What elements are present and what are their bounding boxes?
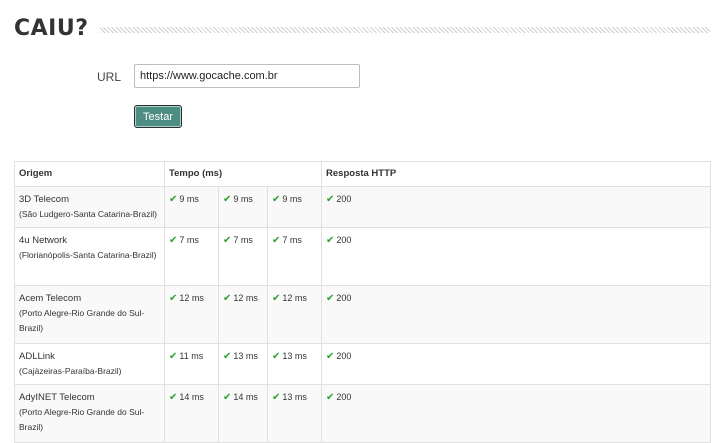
table-header-row: Origem Tempo (ms) Resposta HTTP <box>14 161 712 187</box>
time-cell: ✔ 11 ms <box>164 343 219 385</box>
time-cell: ✔ 9 ms <box>218 186 268 228</box>
test-button[interactable]: Testar <box>134 105 182 128</box>
origin-name: AdyINET Telecom <box>19 392 95 403</box>
time-cell: ✔ 14 ms <box>164 384 219 443</box>
column-header-time: Tempo (ms) <box>163 161 323 187</box>
http-status-cell: ✔ 200 <box>321 285 712 344</box>
time-cell: ✔ 7 ms <box>266 227 323 286</box>
table-row: Acem Telecom (Porto Alegre-Rio Grande do… <box>14 285 712 344</box>
time-value: 9 ms <box>179 194 199 204</box>
origin-cell: AdyINET Telecom (Porto Alegre-Rio Grande… <box>14 384 165 443</box>
results-table: Origem Tempo (ms) Resposta HTTP 3D Telec… <box>14 161 712 443</box>
origin-location: (São Ludgero-Santa Catarina-Brazil) <box>19 209 157 219</box>
check-icon: ✔ <box>223 392 232 403</box>
time-cell: ✔ 13 ms <box>218 343 268 385</box>
http-status-cell: ✔ 200 <box>321 343 712 385</box>
check-icon: ✔ <box>223 351 232 362</box>
http-status-cell: ✔ 200 <box>321 186 712 228</box>
time-value: 12 ms <box>233 293 258 303</box>
title-row: CAIU? <box>14 14 710 42</box>
page-title: CAIU? <box>14 15 89 41</box>
origin-cell: ADLLink (Cajàzeiras-Paraíba-Brazil) <box>14 343 165 385</box>
check-icon: ✔ <box>326 392 335 403</box>
time-value: 11 ms <box>179 351 204 361</box>
check-icon: ✔ <box>272 293 281 304</box>
column-header-http-response: Resposta HTTP <box>321 161 712 187</box>
table-row: ADLLink (Cajàzeiras-Paraíba-Brazil) ✔ 11 … <box>14 343 712 385</box>
http-status-cell: ✔ 200 <box>321 384 712 443</box>
origin-location: (Porto Alegre-Rio Grande do Sul-Brazil) <box>19 308 145 333</box>
check-icon: ✔ <box>326 194 335 205</box>
time-value: 14 ms <box>233 392 258 402</box>
time-cell: ✔ 7 ms <box>164 227 219 286</box>
origin-cell: 3D Telecom (São Ludgero-Santa Catarina-B… <box>14 186 165 228</box>
http-status-value: 200 <box>336 293 352 303</box>
time-value: 7 ms <box>233 235 253 245</box>
time-value: 7 ms <box>179 235 199 245</box>
origin-cell: Acem Telecom (Porto Alegre-Rio Grande do… <box>14 285 165 344</box>
check-icon: ✔ <box>326 235 335 246</box>
check-icon: ✔ <box>272 351 281 362</box>
check-icon: ✔ <box>223 194 232 205</box>
table-row: 4u Network (Florianópolis-Santa Catarina… <box>14 227 712 286</box>
url-label: URL <box>97 70 122 84</box>
http-status-value: 200 <box>336 235 352 245</box>
time-value: 9 ms <box>233 194 253 204</box>
time-cell: ✔ 14 ms <box>218 384 268 443</box>
origin-location: (Porto Alegre-Rio Grande do Sul-Brazil) <box>19 407 145 432</box>
check-icon: ✔ <box>326 351 335 362</box>
origin-location: (Florianópolis-Santa Catarina-Brazil) <box>19 250 157 260</box>
check-icon: ✔ <box>272 392 281 403</box>
origin-name: 4u Network <box>19 235 68 246</box>
origin-location: (Cajàzeiras-Paraíba-Brazil) <box>19 366 122 376</box>
time-value: 12 ms <box>282 293 307 303</box>
origin-cell: 4u Network (Florianópolis-Santa Catarina… <box>14 227 165 286</box>
url-input[interactable] <box>134 64 360 88</box>
check-icon: ✔ <box>169 392 178 403</box>
column-header-origin: Origem <box>14 161 165 187</box>
time-value: 13 ms <box>282 392 307 402</box>
time-cell: ✔ 7 ms <box>218 227 268 286</box>
check-icon: ✔ <box>169 351 178 362</box>
http-status-value: 200 <box>336 392 352 402</box>
time-value: 9 ms <box>282 194 302 204</box>
time-cell: ✔ 9 ms <box>164 186 219 228</box>
check-icon: ✔ <box>223 293 232 304</box>
time-value: 14 ms <box>179 392 204 402</box>
http-status-value: 200 <box>336 194 352 204</box>
check-icon: ✔ <box>169 293 178 304</box>
check-icon: ✔ <box>169 235 178 246</box>
table-row: 3D Telecom (São Ludgero-Santa Catarina-B… <box>14 186 712 228</box>
time-value: 13 ms <box>282 351 307 361</box>
check-icon: ✔ <box>223 235 232 246</box>
time-value: 13 ms <box>233 351 258 361</box>
time-cell: ✔ 13 ms <box>266 343 323 385</box>
origin-name: 3D Telecom <box>19 194 69 205</box>
check-icon: ✔ <box>326 293 335 304</box>
time-value: 12 ms <box>179 293 204 303</box>
http-status-value: 200 <box>336 351 352 361</box>
time-value: 7 ms <box>282 235 302 245</box>
origin-name: ADLLink <box>19 351 55 362</box>
time-cell: ✔ 9 ms <box>266 186 323 228</box>
http-status-cell: ✔ 200 <box>321 227 712 286</box>
check-icon: ✔ <box>169 194 178 205</box>
check-icon: ✔ <box>272 235 281 246</box>
time-cell: ✔ 12 ms <box>266 285 323 344</box>
time-cell: ✔ 12 ms <box>218 285 268 344</box>
origin-name: Acem Telecom <box>19 293 82 304</box>
check-icon: ✔ <box>272 194 281 205</box>
title-divider <box>100 27 710 33</box>
table-row: AdyINET Telecom (Porto Alegre-Rio Grande… <box>14 384 712 443</box>
time-cell: ✔ 13 ms <box>266 384 323 443</box>
time-cell: ✔ 12 ms <box>164 285 219 344</box>
